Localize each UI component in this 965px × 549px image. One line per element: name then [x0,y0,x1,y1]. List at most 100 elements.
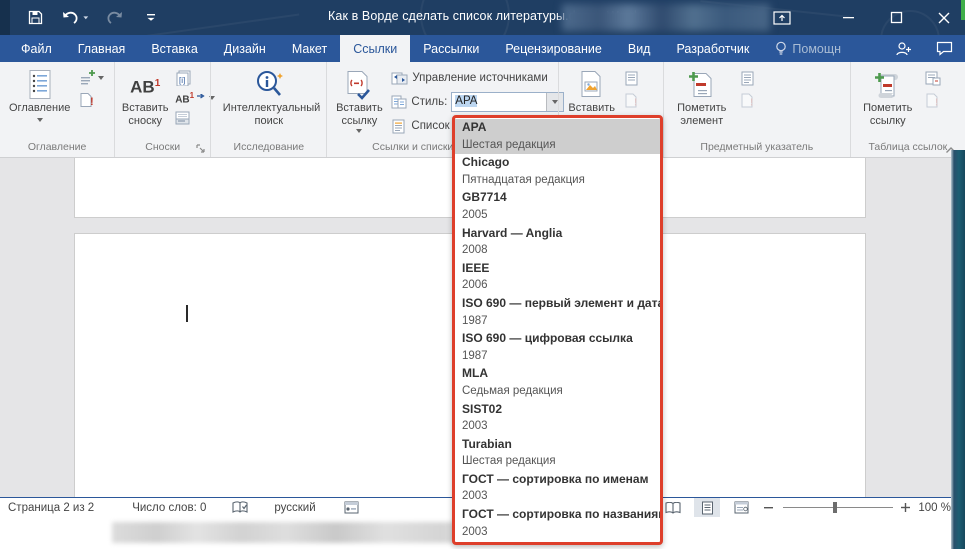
text-cursor [186,305,188,322]
page-indicator[interactable]: Страница 2 из 2 [0,502,104,514]
citation-style-combobox[interactable]: APA [451,92,564,112]
update-table-of-authorities-button[interactable]: ! [925,91,941,109]
tab-mailings[interactable]: Рассылки [410,35,492,62]
language-indicator[interactable]: русский [264,502,325,514]
mark-entry-label: Пометить элемент [673,102,731,128]
mark-entry-button[interactable]: Пометить элемент [668,65,736,131]
word-count[interactable]: Число слов: 0 [122,502,216,514]
zoom-level[interactable]: 100 % [918,502,951,514]
mark-citation-label: Пометить ссылку [860,102,916,128]
manage-sources-button[interactable]: Управление источниками [391,67,564,89]
style-icon [391,95,407,110]
insert-citation-button[interactable]: Вставить ссылку [331,65,387,136]
insert-citation-label: Вставить ссылку [336,102,383,128]
style-option-gost-titles[interactable]: ГОСТ — сортировка по названиям 2003 [455,506,660,541]
svg-text:!: ! [90,96,94,108]
group-label-toc: Оглавление [4,141,110,157]
update-index-button[interactable]: ! [740,91,755,109]
group-table-of-contents: Оглавление ! Оглавление [0,62,114,157]
ribbon-display-options-icon[interactable] [771,7,793,29]
tab-layout[interactable]: Макет [279,35,340,62]
insert-footnote-button[interactable]: AB1 Вставить сноску [119,65,171,131]
zoom-out-button[interactable] [762,503,775,512]
toc-icon [25,68,55,102]
update-table-of-figures-button[interactable]: ! [624,91,639,109]
style-row: Стиль: APA [391,91,564,113]
tab-home[interactable]: Главная [65,35,139,62]
tab-tell-me[interactable]: Помощн [762,35,854,62]
tab-file[interactable]: Файл [8,35,65,62]
footnote-ab-icon: AB1 [130,75,160,96]
style-option-apa[interactable]: APA Шестая редакция [455,119,660,154]
insert-table-of-authorities-button[interactable] [925,69,941,87]
web-layout-view-icon[interactable] [728,498,754,517]
footnotes-dialog-launcher-icon[interactable] [194,142,208,156]
zoom-in-button[interactable] [901,503,910,512]
next-footnote-button[interactable]: AB1 [175,89,215,107]
style-option-harvard[interactable]: Harvard — Anglia 2008 [455,225,660,260]
update-table-button[interactable]: ! [79,91,104,109]
share-person-icon[interactable] [895,41,912,57]
minimize-icon[interactable] [837,7,859,29]
insert-caption-button[interactable]: Вставить [563,65,620,118]
tab-developer[interactable]: Разработчик [663,35,762,62]
style-option-iso690-numeric[interactable]: ISO 690 — цифровая ссылка 1987 [455,330,660,365]
add-text-button[interactable] [79,69,104,87]
zoom-slider-thumb[interactable] [833,502,837,513]
style-label: Стиль: [411,96,447,108]
mark-citation-button[interactable]: Пометить ссылку [855,65,921,131]
svg-text:!: ! [750,97,753,108]
read-mode-view-icon[interactable] [660,498,686,517]
smart-lookup-button[interactable]: Интеллектуальный поиск [218,65,320,131]
group-footnotes: AB1 Вставить сноску [i] AB1 [114,62,210,157]
insert-table-of-figures-button[interactable] [624,69,639,87]
citation-style-value: APA [452,93,546,111]
comments-icon[interactable] [936,41,953,56]
svg-text:!: ! [935,97,938,108]
macro-record-icon[interactable] [334,501,369,514]
group-label-footnotes: Сноски [119,141,206,157]
insert-endnote-button[interactable]: [i] [175,69,215,87]
smart-lookup-label: Интеллектуальный поиск [223,102,315,128]
tab-references[interactable]: Ссылки [340,35,410,62]
chevron-down-icon [98,76,104,80]
style-option-chicago[interactable]: Chicago Пятнадцатая редакция [455,154,660,189]
lightbulb-icon [775,41,787,56]
tab-review[interactable]: Рецензирование [492,35,615,62]
word-window: Как в Ворде сделать список литературы.do… [0,0,965,549]
insert-caption-icon [578,68,606,102]
group-label-research: Исследование [215,141,322,157]
tab-design[interactable]: Дизайн [211,35,279,62]
style-option-sist02[interactable]: SIST02 2003 [455,401,660,436]
show-notes-button[interactable] [175,109,215,127]
tab-tell-me-label: Помощн [792,42,841,56]
smart-lookup-icon [253,68,285,102]
style-option-gb7714[interactable]: GB7714 2005 [455,189,660,224]
toc-button[interactable]: Оглавление [4,65,75,125]
manage-sources-label: Управление источниками [412,72,547,84]
group-index: Пометить элемент ! Предметный указатель [663,62,850,157]
proofing-status-icon[interactable] [222,501,258,515]
ribbon-tab-row: Файл Главная Вставка Дизайн Макет Ссылки… [0,35,965,62]
tab-view[interactable]: Вид [615,35,664,62]
style-option-iso690-first[interactable]: ISO 690 — первый элемент и дата 1987 [455,295,660,330]
maximize-icon[interactable] [885,7,907,29]
svg-text:!: ! [634,97,637,108]
mark-citation-icon [873,68,903,102]
zoom-slider[interactable] [783,498,893,517]
insert-caption-label: Вставить [568,102,615,115]
style-option-mla[interactable]: MLA Седьмая редакция [455,365,660,400]
group-research: Интеллектуальный поиск Исследование [210,62,326,157]
title-bar: Как в Ворде сделать список литературы.do… [0,0,965,35]
close-icon[interactable] [933,7,955,29]
print-layout-view-icon[interactable] [694,498,720,517]
style-option-turabian[interactable]: Turabian Шестая редакция [455,436,660,471]
window-controls [771,0,955,35]
insert-index-button[interactable] [740,69,755,87]
style-option-ieee[interactable]: IEEE 2006 [455,260,660,295]
style-option-gost-names[interactable]: ГОСТ — сортировка по именам 2003 [455,471,660,506]
group-table-of-authorities: Пометить ссылку ! Таблица ссылок [850,62,965,157]
bibliography-label: Список [411,120,449,132]
insert-citation-icon [344,68,374,102]
tab-insert[interactable]: Вставка [138,35,210,62]
